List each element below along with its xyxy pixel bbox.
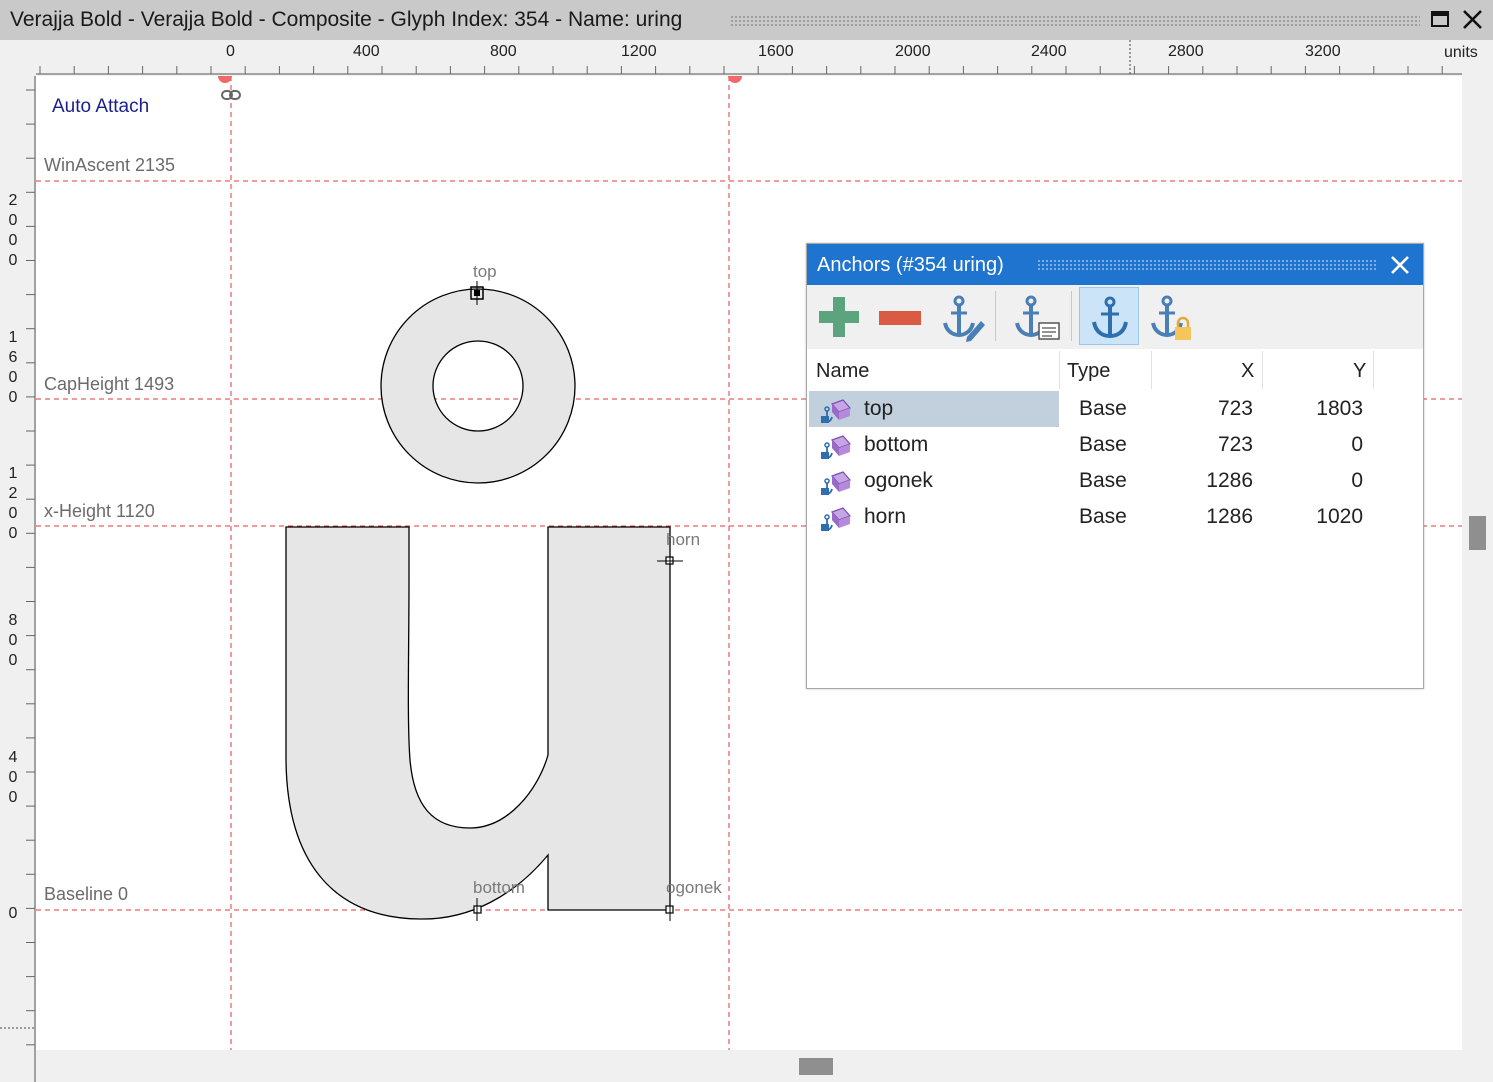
anchors-panel-header[interactable]: Anchors (#354 uring) [807,244,1423,285]
ruler-label: 1200 [621,43,657,60]
x-height-label: x-Height 1120 [44,501,155,521]
advance-width-marker[interactable] [728,76,742,83]
anchor-type: Base [1079,433,1127,456]
remove-anchor-button[interactable] [871,287,927,345]
anchor-properties-button[interactable] [1007,287,1063,345]
ruler-label: 2000 [8,192,18,269]
horizontal-scroll-thumb[interactable] [799,1058,833,1075]
anchor-x: 1286 [1206,505,1253,528]
edit-anchor-button[interactable] [933,287,989,345]
anchor-y: 0 [1351,469,1363,492]
ruler-label: 2000 [895,43,931,60]
anchor-y: 1803 [1316,397,1363,420]
anchor-name: ogonek [864,469,933,492]
lock-anchors-button[interactable] [1143,287,1199,345]
link-icon[interactable] [221,90,241,100]
close-icon[interactable] [1460,8,1486,32]
anchors-grid-header: Name Type X Y [807,349,1423,389]
anchor-lock-icon [1151,295,1191,340]
anchor-name: bottom [864,433,929,456]
anchor-label-top: top [473,262,497,281]
anchor-row-icon [819,396,853,424]
vertical-scrollbar[interactable] [1462,76,1493,1050]
anchor-row-icon [819,432,853,460]
vertical-scroll-thumb[interactable] [1469,516,1486,550]
horizontal-scrollbar[interactable] [36,1050,1462,1082]
column-header-y[interactable]: Y [1353,360,1366,383]
column-header-name[interactable]: Name [816,360,869,383]
anchor-label-horn: horn [666,530,701,549]
anchor-row-top[interactable]: top Base 723 1803 [809,391,1421,427]
maximize-icon[interactable] [1428,8,1454,32]
anchor-properties-icon [1015,295,1060,340]
anchor-y: 1020 [1316,505,1363,528]
title-bar: Verajja Bold - Verajja Bold - Composite … [0,0,1493,40]
ruler-top[interactable]: 0 400 800 1200 1600 2000 2400 2800 3200 … [0,40,1493,76]
anchor-edit-icon [943,295,985,342]
column-header-x[interactable]: X [1241,360,1254,383]
anchor-row-icon [819,468,853,496]
anchor-row-ogonek[interactable]: ogonek Base 1286 0 [809,463,1421,499]
cap-height-label: CapHeight 1493 [44,374,175,394]
remove-icon [879,311,921,325]
column-separator[interactable] [1151,351,1152,389]
ruler-label: 400 [353,43,380,60]
ruler-label: 1200 [8,465,18,542]
anchor-name: horn [864,505,907,528]
anchor-label-ogonek: ogonek [666,878,722,897]
ruler-label: 3200 [1305,43,1341,60]
ruler-label: 400 [8,749,18,806]
column-separator[interactable] [1059,351,1060,389]
u-glyph[interactable] [285,526,671,920]
anchors-panel-title: Anchors (#354 uring) [817,254,1004,276]
anchor-row-horn[interactable]: horn Base 1286 1020 [809,499,1421,535]
close-icon[interactable] [1387,252,1413,278]
anchor-icon [1092,296,1128,339]
anchor-name: top [864,397,894,420]
anchor-type: Base [1079,505,1127,528]
anchor-row-bottom[interactable]: bottom Base 723 0 [809,427,1421,463]
panel-grip[interactable] [1037,259,1377,271]
anchors-panel: Anchors (#354 uring) Name Type X Y top B… [806,243,1424,689]
ruler-label: 0 [8,905,18,922]
anchor-type: Base [1079,469,1127,492]
show-anchors-button[interactable] [1079,287,1139,345]
auto-attach-link[interactable]: Auto Attach [52,96,149,118]
win-ascent-label: WinAscent 2135 [44,155,176,175]
anchor-row-icon [819,504,853,532]
anchor-x: 723 [1217,397,1253,420]
add-anchor-button[interactable] [811,287,867,345]
anchor-x: 723 [1217,433,1253,456]
column-header-type[interactable]: Type [1067,360,1110,383]
anchor-y: 0 [1351,433,1363,456]
ruler-left[interactable]: 2000 1600 1200 800 400 0 [0,76,36,1082]
anchor-x: 1286 [1206,469,1253,492]
anchor-label-bottom: bottom [473,878,525,897]
ring-glyph[interactable] [380,288,576,484]
title-bar-grip[interactable] [730,15,1420,27]
ruler-label: 2400 [1031,43,1067,60]
left-sidebearing-marker[interactable] [218,76,232,83]
anchors-toolbar [807,285,1423,349]
ruler-label: 2800 [1168,43,1204,60]
column-separator[interactable] [1373,351,1374,389]
ruler-label: 0 [226,43,235,60]
window-title: Verajja Bold - Verajja Bold - Composite … [10,8,683,31]
ruler-label: 1600 [8,329,18,406]
ruler-label: 800 [8,612,18,669]
ruler-label: 1600 [758,43,794,60]
column-separator[interactable] [1262,351,1263,389]
baseline-label: Baseline 0 [44,884,129,904]
toolbar-separator [995,291,996,341]
ruler-label: 800 [490,43,517,60]
units-label: units [1444,44,1478,61]
anchor-type: Base [1079,397,1127,420]
add-icon [819,297,859,337]
toolbar-separator [1071,291,1072,341]
